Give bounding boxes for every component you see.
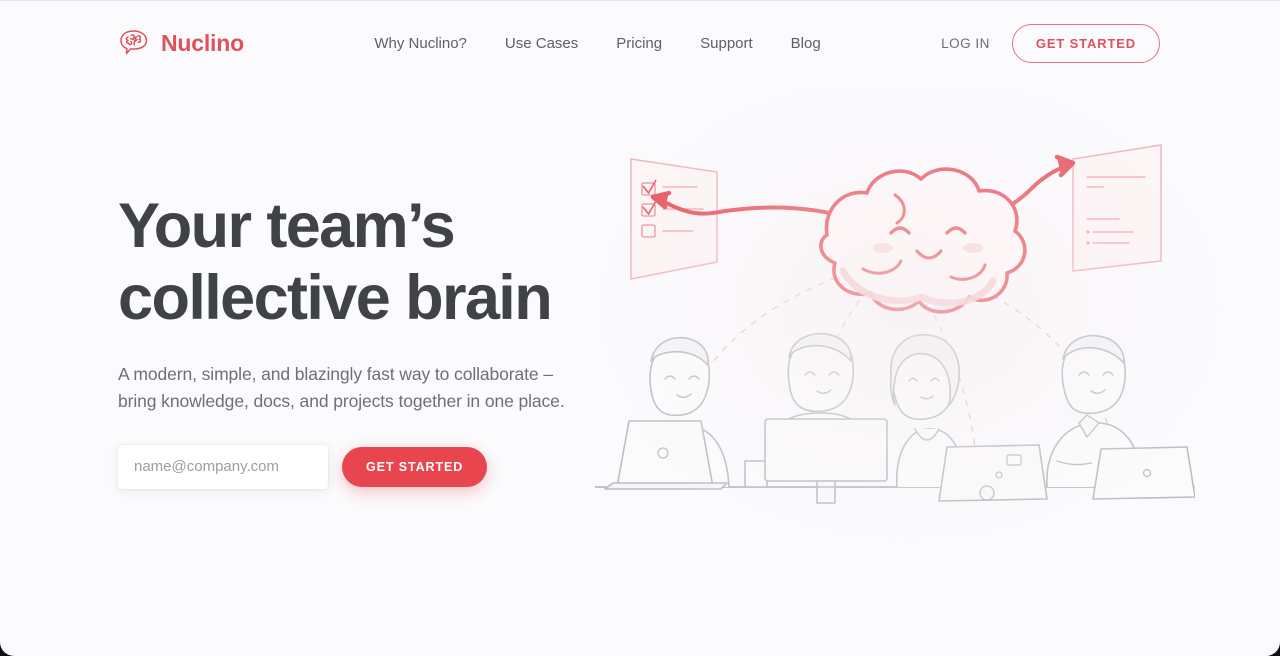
hero-subheading: A modern, simple, and blazingly fast way… <box>118 361 578 416</box>
subhead-line-1: A modern, simple, and blazingly fast way… <box>118 363 553 384</box>
signup-form: GET STARTED <box>118 444 598 489</box>
nav-why-nuclino[interactable]: Why Nuclino? <box>374 35 467 52</box>
email-input[interactable] <box>118 444 328 489</box>
hero-copy: Your team’s collective brain A modern, s… <box>118 85 598 489</box>
nav-support[interactable]: Support <box>700 35 753 52</box>
nav-blog[interactable]: Blog <box>791 35 821 52</box>
get-started-header-button[interactable]: GET STARTED <box>1011 23 1160 63</box>
headline-line-2: collective brain <box>118 262 553 333</box>
headline-line-1: Your team’s <box>118 191 456 261</box>
site-header: Nuclino Why Nuclino? Use Cases Pricing S… <box>0 1 1280 85</box>
page-title: Your team’s collective brain <box>118 191 598 335</box>
hero-section: Your team’s collective brain A modern, s… <box>0 85 1280 489</box>
brand-logo[interactable]: Nuclino <box>118 28 244 58</box>
login-link[interactable]: LOG IN <box>941 36 990 51</box>
main-navigation: Why Nuclino? Use Cases Pricing Support B… <box>364 35 820 52</box>
header-actions: LOG IN GET STARTED <box>941 23 1160 63</box>
nav-pricing[interactable]: Pricing <box>616 35 662 52</box>
page-root: Nuclino Why Nuclino? Use Cases Pricing S… <box>0 0 1280 656</box>
subhead-line-2: bring knowledge, docs, and projects toge… <box>118 391 565 412</box>
brand-name: Nuclino <box>161 29 244 56</box>
nav-use-cases[interactable]: Use Cases <box>505 35 578 52</box>
get-started-cta-button[interactable]: GET STARTED <box>342 446 488 487</box>
brain-speech-bubble-icon <box>118 28 152 58</box>
